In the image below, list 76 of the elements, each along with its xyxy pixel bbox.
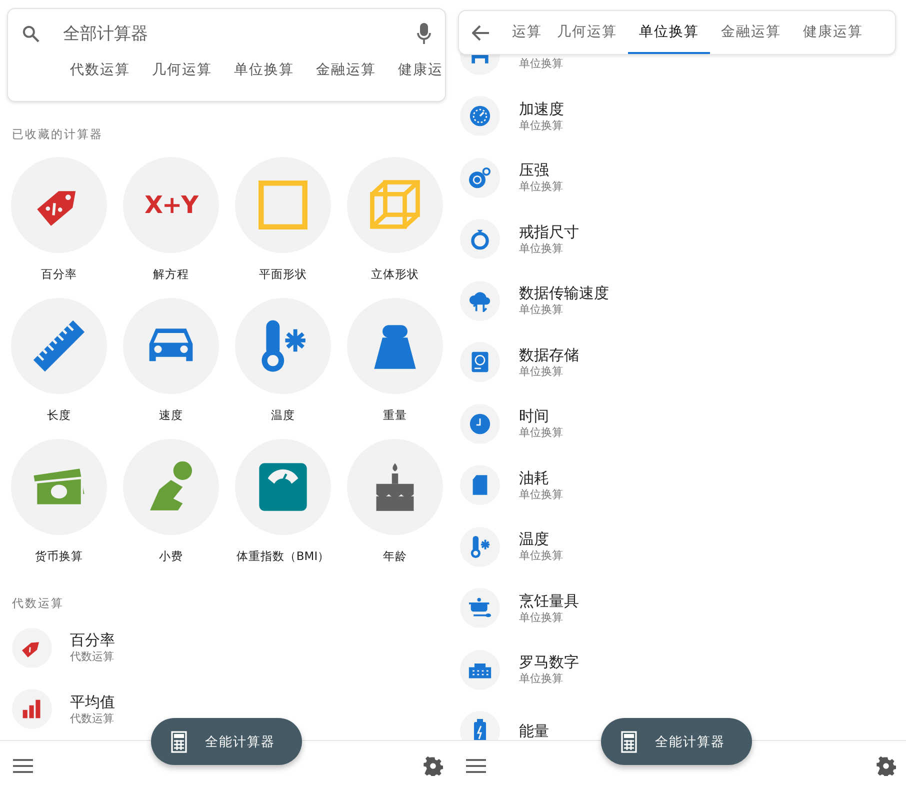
item-subtitle: 单位换算 <box>519 426 563 440</box>
category-tab[interactable]: 运算 <box>499 11 546 54</box>
item-subtitle: 单位换算 <box>519 549 563 564</box>
item-title: 加速度 <box>519 100 564 119</box>
category-tab[interactable]: 健康运算 <box>792 11 874 54</box>
favorite-label: 货币换算 <box>35 549 83 564</box>
bar-chart-icon <box>22 700 40 718</box>
gauge-icon <box>470 106 490 126</box>
item-title: 时间 <box>519 407 550 426</box>
equation-icon: X+Y <box>144 191 198 219</box>
favorite-label: 温度 <box>271 408 295 423</box>
favorite-label: 平面形状 <box>259 267 307 282</box>
category-tab[interactable]: 几何运算 <box>546 11 628 54</box>
category-link[interactable]: 健康运 <box>398 61 443 79</box>
item-title: 压强 <box>519 161 550 180</box>
calculator-icon <box>621 730 637 752</box>
item-title: 戒指尺寸 <box>519 222 579 242</box>
item-subtitle: 单位换算 <box>519 672 564 686</box>
favorite-label: 解方程 <box>153 267 189 282</box>
search-icon[interactable] <box>21 24 41 44</box>
favorite-label: 长度 <box>47 408 71 423</box>
section-heading: 代数运算 <box>12 596 64 610</box>
thermometer-icon <box>470 536 491 558</box>
category-tab[interactable]: 单位换算 <box>628 11 710 54</box>
item-subtitle: 单位换算 <box>519 180 563 194</box>
clock-icon <box>470 414 490 434</box>
item-title: 罗马数字 <box>519 653 579 672</box>
favorite-label: 重量 <box>383 408 407 423</box>
cloud-icon <box>469 292 490 312</box>
back-arrow-icon[interactable] <box>472 24 490 40</box>
favorite-label: 年龄 <box>383 549 407 564</box>
category-link[interactable]: 单位换算 <box>234 61 316 79</box>
building-icon <box>468 663 492 678</box>
item-title: 数据存储 <box>519 346 579 365</box>
item-subtitle: 单位换算 <box>519 610 564 625</box>
item-subtitle: 代数运算 <box>70 712 115 726</box>
item-subtitle: 单位换算 <box>519 303 564 318</box>
microphone-icon[interactable] <box>417 23 431 45</box>
item-title: 油耗 <box>519 468 550 488</box>
item-title: 温度 <box>519 530 550 550</box>
item-subtitle: 单位换算 <box>519 242 564 256</box>
item-title: 能量 <box>519 722 549 740</box>
item-subtitle: 单位换算 <box>519 118 564 133</box>
item-subtitle: 单位换算 <box>519 488 563 502</box>
settings-icon[interactable] <box>423 756 443 776</box>
menu-icon[interactable] <box>13 758 33 772</box>
favorite-label: 小费 <box>159 549 183 564</box>
item-subtitle: 单位换算 <box>519 364 564 379</box>
item-subtitle: 单位换算 <box>519 57 563 72</box>
fuel-can-icon <box>472 475 488 496</box>
category-tab[interactable]: 金融运算 <box>710 11 792 54</box>
pot-icon <box>469 598 491 618</box>
section-heading: 已收藏的计算器 <box>12 127 103 141</box>
all-calculators-button[interactable]: 全能计算器 <box>601 718 752 765</box>
item-title: 烹饪量具 <box>519 592 579 611</box>
favorite-label: 速度 <box>159 408 183 423</box>
calculator-icon <box>171 730 187 752</box>
item-title: 平均值 <box>70 692 115 712</box>
item-title: 百分率 <box>70 631 115 650</box>
tire-icon <box>469 167 491 188</box>
category-link[interactable]: 几何运算 <box>152 61 234 79</box>
ring-icon <box>471 230 489 250</box>
settings-icon[interactable] <box>876 756 896 776</box>
favorite-label: 立体形状 <box>371 267 419 282</box>
category-link[interactable]: 代数运算 <box>70 61 152 79</box>
menu-icon[interactable] <box>466 758 486 772</box>
item-subtitle: 代数运算 <box>70 650 115 664</box>
search-field[interactable]: 全部计算器 <box>61 23 417 45</box>
favorite-label: 百分率 <box>41 267 77 282</box>
favorite-label: 体重指数（BMI） <box>236 549 330 564</box>
item-title: 数据传输速度 <box>519 284 609 304</box>
category-link[interactable]: 金融运算 <box>316 61 398 79</box>
all-calculators-button[interactable]: 全能计算器 <box>151 718 302 765</box>
hard-drive-icon <box>472 352 488 372</box>
tag-icon <box>22 642 40 658</box>
favorite-tile[interactable]: X+Y <box>123 157 219 253</box>
